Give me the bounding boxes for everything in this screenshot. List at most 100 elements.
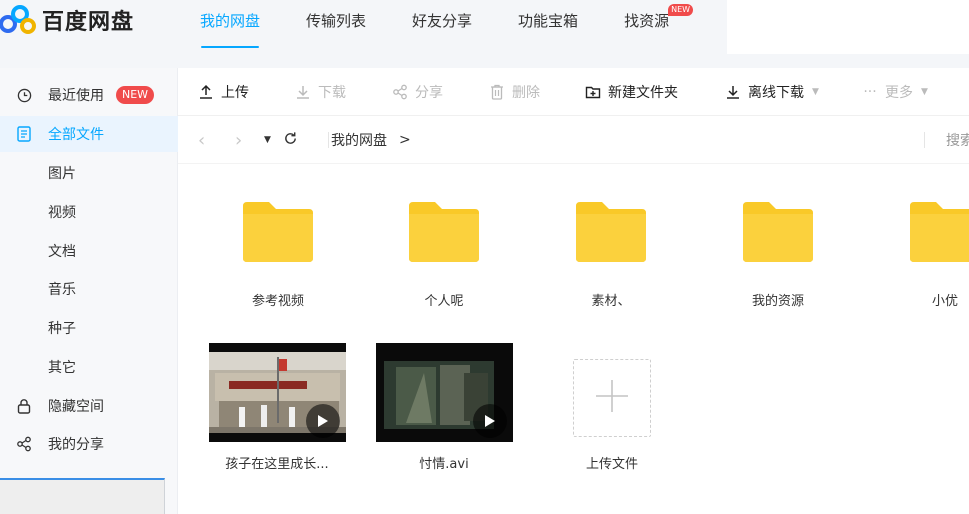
file-toolbar: 上传 下载 分享 删除 新建文件夹 离线下载 ▼ ··· 更多 ▼ (178, 68, 969, 116)
folder-icon (243, 202, 313, 262)
history-dropdown[interactable]: ▼ (264, 130, 271, 150)
new-folder-button[interactable]: 新建文件夹 (585, 68, 678, 116)
folder-icon (910, 202, 969, 262)
folder-item[interactable]: 素材、 (536, 198, 686, 313)
download-icon (295, 84, 311, 100)
caret-down-icon: ▼ (812, 87, 819, 97)
nav-find-resources-label: 找资源 (624, 12, 670, 30)
offline-download-button[interactable]: 离线下载 ▼ (725, 68, 819, 116)
sidebar-item-label: 音乐 (48, 282, 76, 298)
refresh-icon (283, 131, 298, 150)
sidebar: 最近使用 NEW 全部文件 图片 视频 文档 音乐 种子 其它 隐藏空间 我的分… (0, 68, 178, 514)
top-bar: 百度网盘 我的网盘 传输列表 好友分享 功能宝箱 找资源 NEW (0, 0, 969, 68)
new-badge: NEW (668, 4, 694, 16)
app-logo[interactable]: 百度网盘 (0, 4, 134, 36)
upload-file-tile[interactable] (573, 359, 651, 437)
folder-name: 素材、 (591, 294, 631, 309)
caret-down-icon: ▼ (921, 87, 928, 97)
search-input[interactable]: 搜索 (946, 130, 969, 150)
nav-my-drive[interactable]: 我的网盘 (200, 0, 260, 48)
top-right-blank-area (727, 0, 969, 54)
sidebar-item-torrents[interactable]: 种子 (0, 310, 178, 346)
sidebar-item-images[interactable]: 图片 (0, 155, 178, 191)
folder-name: 小优 (931, 294, 958, 309)
download-button-label: 下载 (318, 85, 346, 101)
video-thumbnail (376, 343, 513, 442)
folder-icon (743, 202, 813, 262)
path-bar: ‹ › ▼ 我的网盘 > 搜索 (178, 116, 969, 164)
baidu-cloud-logo-icon (0, 5, 36, 34)
forward-button[interactable]: › (235, 129, 243, 151)
breadcrumb-separator: > (399, 132, 411, 148)
download-button[interactable]: 下载 (295, 68, 346, 116)
chevron-right-icon: › (235, 129, 243, 151)
nav-toolbox[interactable]: 功能宝箱 (518, 0, 578, 42)
sidebar-item-label: 隐藏空间 (48, 399, 104, 415)
file-item[interactable]: 孩子在这里成长... (202, 343, 352, 473)
new-badge: NEW (116, 86, 155, 104)
play-icon (306, 404, 340, 438)
back-button[interactable]: ‹ (198, 129, 206, 151)
upload-file-label: 上传文件 (585, 457, 638, 472)
sidebar-item-videos[interactable]: 视频 (0, 194, 178, 230)
sidebar-item-label: 全部文件 (48, 127, 104, 143)
sidebar-item-label: 视频 (48, 205, 76, 221)
lock-icon (16, 398, 32, 414)
upload-button[interactable]: 上传 (198, 68, 249, 116)
plus-icon (594, 378, 630, 418)
new-folder-button-label: 新建文件夹 (608, 85, 678, 101)
sidebar-item-recent[interactable]: 最近使用 NEW (0, 77, 178, 113)
sidebar-item-hidden-space[interactable]: 隐藏空间 (0, 388, 178, 424)
share-button-label: 分享 (415, 85, 443, 101)
folder-item[interactable]: 个人呢 (369, 198, 519, 313)
file-item[interactable]: 忖情.avi (369, 343, 519, 473)
folder-name: 我的资源 (751, 294, 804, 309)
more-button[interactable]: ··· 更多 ▼ (862, 68, 928, 116)
nav-friend-share[interactable]: 好友分享 (412, 0, 472, 42)
sidebar-item-others[interactable]: 其它 (0, 349, 178, 385)
app-logo-text: 百度网盘 (42, 10, 135, 35)
sidebar-bottom-panel (0, 478, 165, 514)
new-folder-icon (585, 84, 601, 100)
folder-name: 参考视频 (251, 294, 304, 309)
offline-download-button-label: 离线下载 (748, 85, 804, 101)
document-icon (16, 126, 32, 142)
nav-find-resources[interactable]: 找资源 NEW (624, 0, 694, 42)
sidebar-item-label: 其它 (48, 360, 76, 376)
play-icon (473, 404, 507, 438)
folder-icon (409, 202, 479, 262)
trash-icon (489, 84, 505, 100)
sidebar-item-label: 我的分享 (48, 437, 104, 453)
sidebar-item-music[interactable]: 音乐 (0, 271, 178, 307)
top-nav: 我的网盘 传输列表 好友分享 功能宝箱 找资源 NEW (200, 0, 715, 48)
sidebar-item-label: 种子 (48, 321, 76, 337)
share-icon (16, 436, 32, 452)
clock-icon (16, 87, 32, 103)
breadcrumb: 我的网盘 > (331, 130, 411, 150)
folder-item[interactable]: 参考视频 (203, 198, 353, 313)
sidebar-item-all-files[interactable]: 全部文件 (0, 116, 178, 152)
more-dots-icon: ··· (863, 84, 877, 100)
chevron-left-icon: ‹ (198, 129, 206, 151)
nav-transfer-list[interactable]: 传输列表 (306, 0, 366, 42)
upload-button-label: 上传 (221, 85, 249, 101)
divider (328, 132, 329, 148)
breadcrumb-root[interactable]: 我的网盘 (331, 130, 387, 150)
file-name: 孩子在这里成长... (225, 457, 329, 472)
upload-icon (198, 84, 214, 100)
share-button[interactable]: 分享 (392, 68, 443, 116)
folder-name: 个人呢 (424, 294, 464, 309)
folder-item[interactable]: 小优 (870, 198, 969, 313)
folder-icon (576, 202, 646, 262)
file-name: 忖情.avi (419, 457, 469, 472)
download-icon (725, 84, 741, 100)
sidebar-item-label: 文档 (48, 244, 76, 260)
sidebar-item-my-shares[interactable]: 我的分享 (0, 426, 178, 462)
refresh-button[interactable] (283, 130, 298, 150)
delete-button[interactable]: 删除 (489, 68, 540, 116)
folder-item[interactable]: 我的资源 (703, 198, 853, 313)
sidebar-item-documents[interactable]: 文档 (0, 233, 178, 269)
delete-button-label: 删除 (512, 85, 540, 101)
more-button-label: 更多 (885, 85, 913, 101)
share-icon (392, 84, 408, 100)
